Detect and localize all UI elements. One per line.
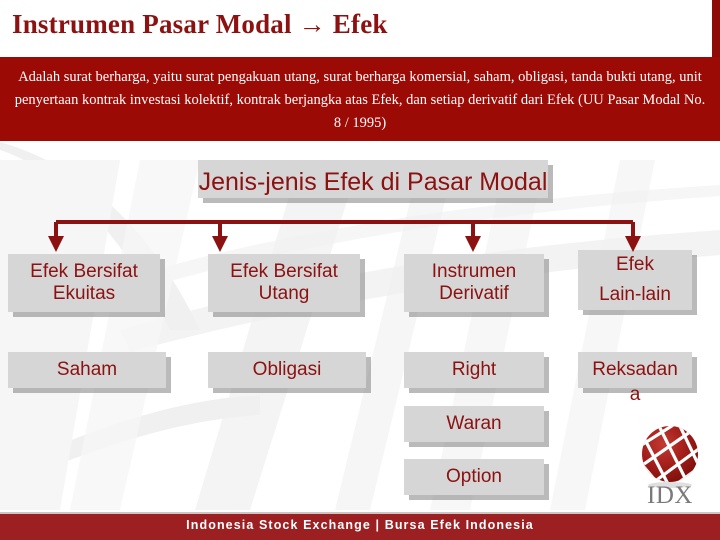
connector-lines: [48, 220, 641, 252]
root-heading-label: Jenis-jenis Efek di Pasar Modal: [198, 168, 548, 196]
slide-canvas: Instrumen Pasar Modal → Efek Adalah sura…: [0, 0, 720, 540]
